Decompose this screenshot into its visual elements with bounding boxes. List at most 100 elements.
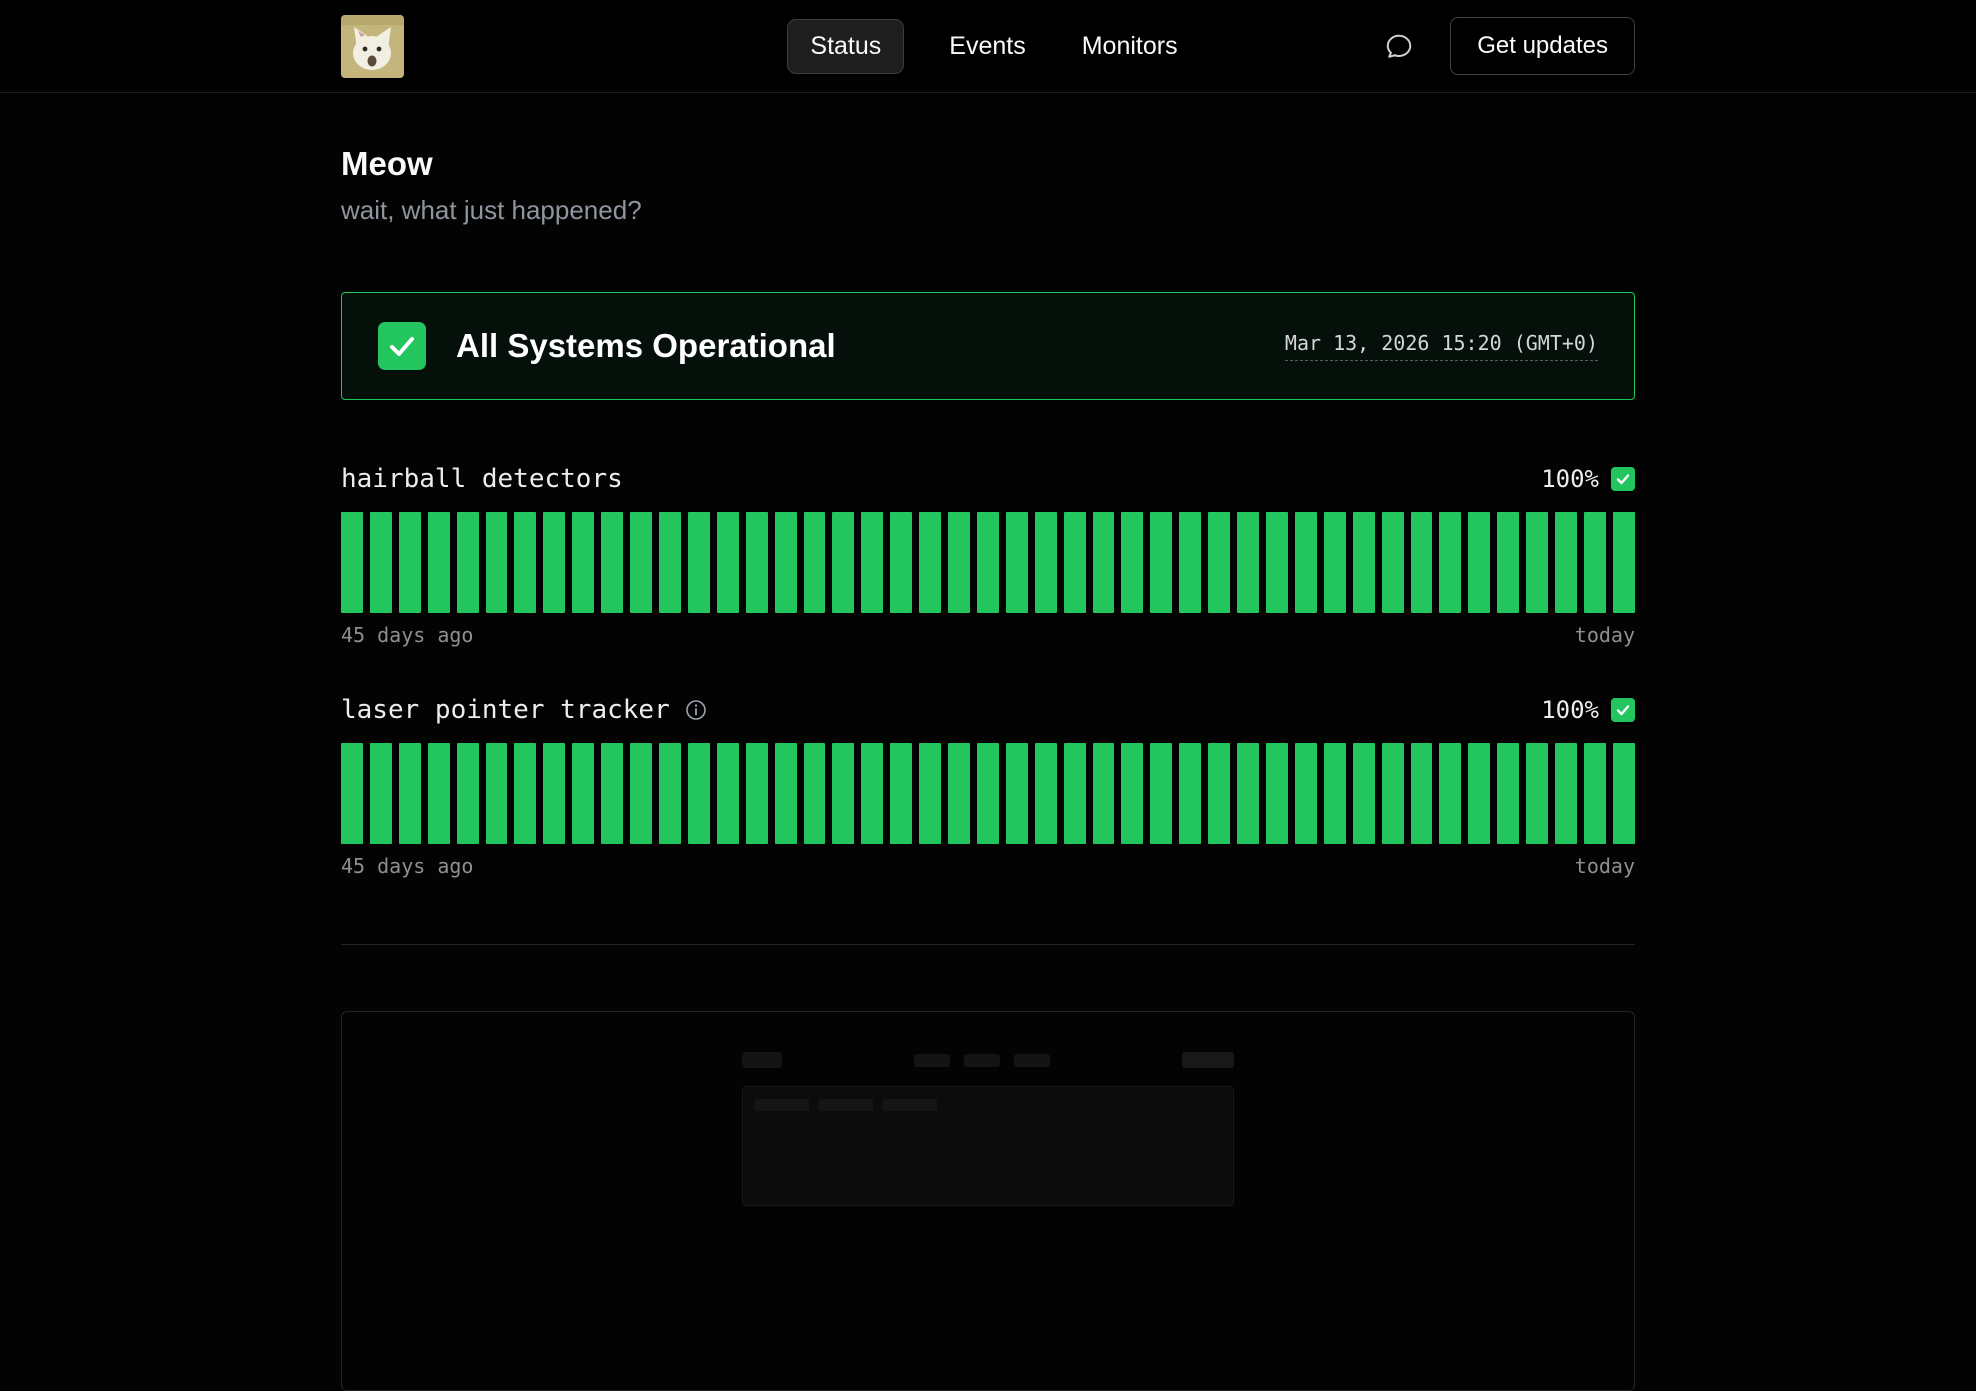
uptime-bar[interactable]	[428, 512, 450, 613]
uptime-bar[interactable]	[977, 512, 999, 613]
uptime-bar[interactable]	[861, 743, 883, 844]
uptime-bar[interactable]	[1497, 743, 1519, 844]
uptime-bar[interactable]	[1093, 743, 1115, 844]
uptime-bar[interactable]	[1526, 743, 1548, 844]
uptime-bar[interactable]	[341, 743, 363, 844]
status-timestamp[interactable]: Mar 13, 2026 15:20 (GMT+0)	[1285, 331, 1598, 361]
uptime-bar[interactable]	[659, 512, 681, 613]
uptime-bar[interactable]	[1468, 512, 1490, 613]
uptime-bar[interactable]	[746, 512, 768, 613]
check-icon-svg	[1611, 698, 1635, 722]
uptime-bar[interactable]	[572, 743, 594, 844]
uptime-bar[interactable]	[1093, 512, 1115, 613]
uptime-bar[interactable]	[486, 512, 508, 613]
uptime-bar[interactable]	[1237, 512, 1259, 613]
uptime-bar[interactable]	[543, 512, 565, 613]
uptime-bar[interactable]	[1555, 512, 1577, 613]
uptime-bar[interactable]	[1526, 512, 1548, 613]
uptime-bar[interactable]	[804, 743, 826, 844]
uptime-bar[interactable]	[1237, 743, 1259, 844]
uptime-bar[interactable]	[659, 743, 681, 844]
uptime-bar[interactable]	[775, 512, 797, 613]
uptime-bar[interactable]	[919, 512, 941, 613]
uptime-bar[interactable]	[1150, 512, 1172, 613]
uptime-bar[interactable]	[1208, 512, 1230, 613]
uptime-bar[interactable]	[370, 512, 392, 613]
uptime-bar[interactable]	[601, 743, 623, 844]
uptime-bar[interactable]	[1613, 512, 1635, 613]
uptime-bar[interactable]	[630, 512, 652, 613]
uptime-bar[interactable]	[977, 743, 999, 844]
chat-button[interactable]	[1384, 31, 1414, 61]
uptime-bar[interactable]	[514, 512, 536, 613]
uptime-bar[interactable]	[514, 743, 536, 844]
uptime-bar[interactable]	[1064, 743, 1086, 844]
uptime-bar[interactable]	[1006, 743, 1028, 844]
uptime-bar[interactable]	[919, 743, 941, 844]
uptime-bar[interactable]	[804, 512, 826, 613]
uptime-bar[interactable]	[890, 743, 912, 844]
get-updates-button[interactable]: Get updates	[1450, 17, 1635, 75]
uptime-bar[interactable]	[1208, 743, 1230, 844]
uptime-bar[interactable]	[1266, 743, 1288, 844]
uptime-bar[interactable]	[1006, 512, 1028, 613]
uptime-bar[interactable]	[1179, 743, 1201, 844]
uptime-bar[interactable]	[1382, 743, 1404, 844]
info-icon[interactable]	[684, 698, 708, 722]
uptime-bar[interactable]	[1439, 512, 1461, 613]
uptime-bar[interactable]	[341, 512, 363, 613]
uptime-bar[interactable]	[1613, 743, 1635, 844]
uptime-bar[interactable]	[717, 743, 739, 844]
uptime-bar[interactable]	[1353, 512, 1375, 613]
uptime-bar[interactable]	[457, 743, 479, 844]
uptime-bar[interactable]	[1121, 743, 1143, 844]
uptime-bar[interactable]	[1295, 512, 1317, 613]
uptime-bar[interactable]	[399, 743, 421, 844]
uptime-bar[interactable]	[1064, 512, 1086, 613]
uptime-bar[interactable]	[543, 743, 565, 844]
uptime-bar[interactable]	[948, 512, 970, 613]
uptime-bar[interactable]	[775, 743, 797, 844]
uptime-bar[interactable]	[890, 512, 912, 613]
uptime-bar[interactable]	[1468, 743, 1490, 844]
uptime-bar[interactable]	[1295, 743, 1317, 844]
uptime-bar[interactable]	[399, 512, 421, 613]
uptime-bar[interactable]	[1497, 512, 1519, 613]
uptime-bar[interactable]	[861, 512, 883, 613]
uptime-bar[interactable]	[688, 512, 710, 613]
tab-events[interactable]: Events	[938, 19, 1036, 74]
uptime-bar[interactable]	[1150, 743, 1172, 844]
uptime-bar[interactable]	[601, 512, 623, 613]
uptime-bar[interactable]	[948, 743, 970, 844]
uptime-bar[interactable]	[746, 743, 768, 844]
uptime-bar[interactable]	[1411, 743, 1433, 844]
uptime-bar[interactable]	[1266, 512, 1288, 613]
uptime-bar[interactable]	[1121, 512, 1143, 613]
uptime-bar[interactable]	[572, 512, 594, 613]
uptime-bar[interactable]	[457, 512, 479, 613]
uptime-bar[interactable]	[1324, 743, 1346, 844]
uptime-bar[interactable]	[1584, 743, 1606, 844]
uptime-bar[interactable]	[1555, 743, 1577, 844]
uptime-bar[interactable]	[370, 743, 392, 844]
cat-logo[interactable]	[341, 15, 404, 78]
uptime-bar[interactable]	[1439, 743, 1461, 844]
uptime-bar[interactable]	[1411, 512, 1433, 613]
uptime-bar[interactable]	[1382, 512, 1404, 613]
uptime-bar[interactable]	[1584, 512, 1606, 613]
uptime-bar[interactable]	[486, 743, 508, 844]
uptime-bar[interactable]	[1035, 743, 1057, 844]
tab-status[interactable]: Status	[787, 19, 904, 74]
uptime-bar[interactable]	[688, 743, 710, 844]
uptime-bars	[341, 512, 1635, 613]
uptime-bar[interactable]	[1179, 512, 1201, 613]
uptime-bar[interactable]	[832, 743, 854, 844]
uptime-bar[interactable]	[428, 743, 450, 844]
uptime-bar[interactable]	[717, 512, 739, 613]
tab-monitors[interactable]: Monitors	[1071, 19, 1189, 74]
uptime-bar[interactable]	[1035, 512, 1057, 613]
uptime-bar[interactable]	[1324, 512, 1346, 613]
uptime-bar[interactable]	[630, 743, 652, 844]
uptime-bar[interactable]	[1353, 743, 1375, 844]
uptime-bar[interactable]	[832, 512, 854, 613]
